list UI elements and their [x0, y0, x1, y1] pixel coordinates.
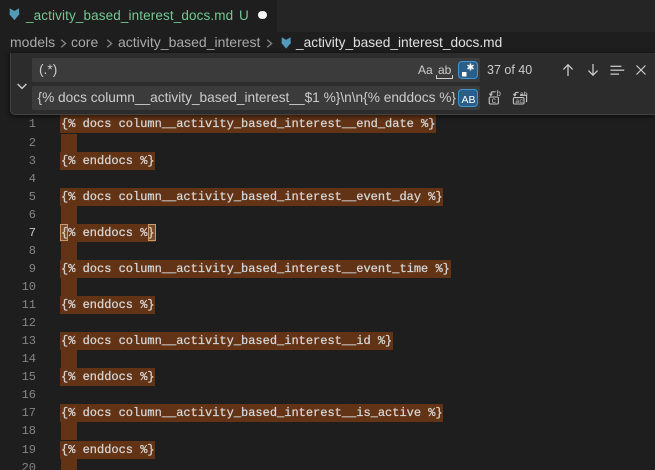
svg-text:c: c [492, 97, 497, 105]
svg-text:b: b [496, 90, 501, 99]
svg-text:AB: AB [461, 94, 475, 106]
svg-text:ac: ac [515, 98, 523, 105]
